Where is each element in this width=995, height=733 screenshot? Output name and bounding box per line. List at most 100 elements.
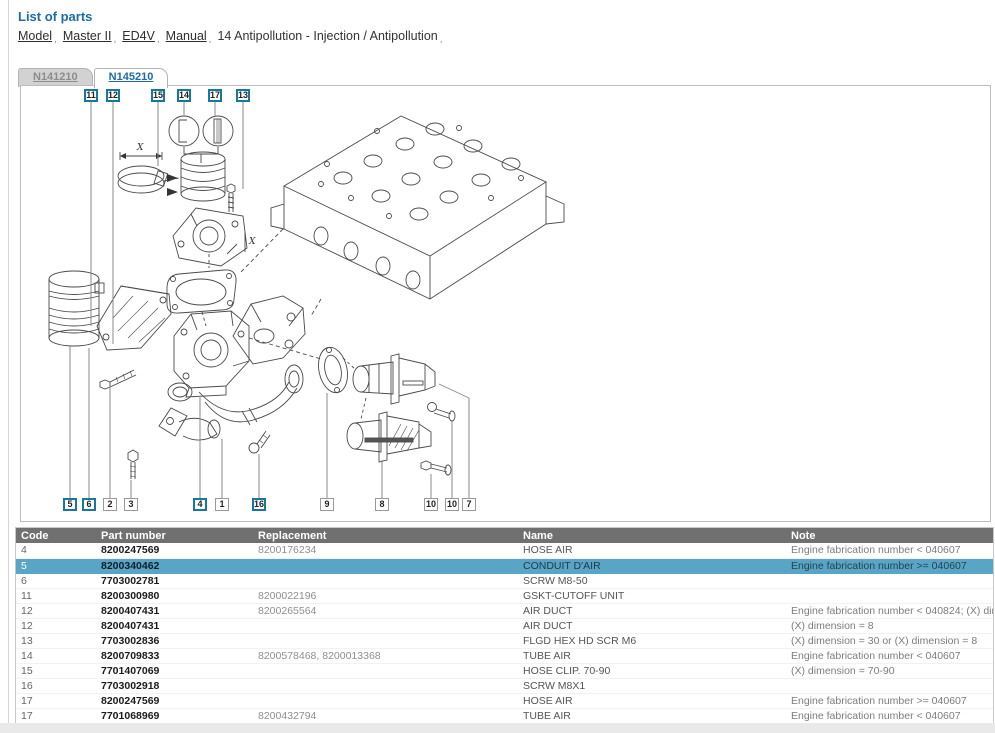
table-row[interactable]: 1482007098338200578468, 8200013368TUBE A… [16,648,993,663]
cell-code: 11 [16,588,96,603]
callout-7: 7 [462,498,476,511]
callout-3: 3 [124,498,138,511]
cell-part-number: 7703002918 [96,678,253,693]
cell-name: HOSE AIR [518,543,786,558]
cell-replacement [253,633,518,648]
cell-replacement [253,693,518,708]
callout-13[interactable]: 13 [236,89,250,102]
cell-replacement: 8200432794 [253,708,518,723]
cell-code: 13 [16,633,96,648]
cell-name: GSKT-CUTOFF UNIT [518,588,786,603]
cell-note [786,678,993,693]
cell-note: Engine fabrication number >= 040607 [786,693,993,708]
cell-part-number: 7703002781 [96,573,253,588]
cell-note: Engine fabrication number < 040824; (X) … [786,603,993,618]
cell-replacement [253,678,518,693]
cell-part-number: 7701068969 [96,708,253,723]
cell-code: 17 [16,693,96,708]
table-row[interactable]: 482002475698200176234HOSE AIREngine fabr… [16,543,993,558]
breadcrumb-link[interactable]: Master II [63,29,112,43]
cell-name: AIR DUCT [518,618,786,633]
breadcrumb-separator: , [113,34,116,45]
cell-replacement [253,558,518,573]
cell-note: (X) dimension = 70-90 [786,663,993,678]
gasket-plate-drawing [167,270,236,326]
cell-code: 15 [16,663,96,678]
column-header-note: Note [786,528,993,543]
column-header-part-number: Part number [96,528,253,543]
cell-code: 12 [16,618,96,633]
cell-name: SCRW M8X1 [518,678,786,693]
parts-table: CodePart numberReplacementNameNote 48200… [15,527,994,725]
cell-note: Engine fabrication number >= 040607 [786,558,993,573]
hose-clamp-drawing [118,152,168,193]
breadcrumb-link[interactable]: ED4V [122,29,155,43]
table-row[interactable]: 1282004074318200265564AIR DUCTEngine fab… [16,603,993,618]
elbow-pipe-drawing [159,408,220,440]
callout-10: 10 [424,498,438,511]
cell-code: 4 [16,543,96,558]
callout-14[interactable]: 14 [177,89,191,102]
screw-m6-drawing [227,184,235,212]
column-header-name: Name [518,528,786,543]
table-row[interactable]: 167703002918SCRW M8X1 [16,678,993,693]
cell-note: Engine fabrication number < 040607 [786,543,993,558]
bolt-m8x1-drawing [249,431,270,453]
cell-part-number: 8200340462 [96,558,253,573]
callout-17[interactable]: 17 [208,89,222,102]
cell-part-number: 7701407069 [96,663,253,678]
cell-replacement: 8200578468, 8200013368 [253,648,518,663]
callout-1: 1 [215,498,229,511]
curved-pipe-drawing [199,365,303,425]
breadcrumb-link[interactable]: Manual [166,29,207,43]
cell-code: 5 [16,558,96,573]
egr-bolt-upper-drawing [428,403,456,422]
mounting-bracket-drawing [97,286,171,350]
footer-strip [0,723,995,733]
callout-6[interactable]: 6 [82,498,96,511]
breadcrumb-link[interactable]: Model [18,29,52,43]
cell-note: (X) dimension = 8 [786,618,993,633]
callout-10: 10 [445,498,459,511]
bolt-horizontal-drawing [100,370,136,389]
breadcrumb-text: 14 Antipollution - Injection / Antipollu… [217,29,437,43]
table-row-selected[interactable]: 58200340462CONDUIT D'AIREngine fabricati… [16,558,993,573]
table-row[interactable]: 178200247569HOSE AIREngine fabrication n… [16,693,993,708]
leader-line-7-diagonal [439,384,469,398]
bolt-vertical-drawing [128,450,138,479]
parts-catalog-page: List of parts Model,Master II,ED4V,Manua… [0,0,995,733]
cell-name: AIR DUCT [518,603,786,618]
cell-name: HOSE CLIP. 70-90 [518,663,786,678]
callout-15[interactable]: 15 [151,89,165,102]
cell-part-number: 8200300980 [96,588,253,603]
cell-note: Engine fabrication number < 040607 [786,648,993,663]
egr-bolt-lower-drawing [421,461,451,475]
cell-part-number: 8200407431 [96,618,253,633]
callout-11[interactable]: 11 [84,89,98,102]
cell-code: 17 [16,708,96,723]
oval-gasket-drawing [315,345,355,396]
exploded-parts-diagram: X X [21,86,990,521]
tab-bar: N141210N145210 [18,67,169,86]
callout-4[interactable]: 4 [193,498,207,511]
table-row[interactable]: 128200407431 AIR DUCT(X) dimension = 8 [16,618,993,633]
table-row[interactable]: 1182003009808200022196GSKT-CUTOFF UNIT [16,588,993,603]
table-row[interactable]: 157701407069 HOSE CLIP. 70-90(X) dimensio… [16,663,993,678]
callout-16[interactable]: 16 [252,498,266,511]
cell-part-number: 8200247569 [96,693,253,708]
parts-table-header: CodePart numberReplacementNameNote [16,528,993,543]
egr-valve-upper-drawing [353,354,435,419]
dimension-x-label-clamp: X [136,143,144,153]
cell-note: Engine fabrication number < 040607 [786,708,993,723]
callout-5[interactable]: 5 [63,498,77,511]
callout-12[interactable]: 12 [106,89,120,102]
table-row[interactable]: 1777010689698200432794TUBE AIREngine fab… [16,708,993,723]
seal-ring-drawing [168,383,192,401]
table-row[interactable]: 67703002781SCRW M8-50 [16,573,993,588]
tab-n145210[interactable]: N145210 [94,68,169,88]
column-header-replacement: Replacement [253,528,518,543]
cylinder-head-drawing [239,116,564,316]
table-row[interactable]: 137703002836FLGD HEX HD SCR M6(X) dimens… [16,633,993,648]
breadcrumb-separator: , [157,34,160,45]
breadcrumb-separator: , [440,34,443,45]
